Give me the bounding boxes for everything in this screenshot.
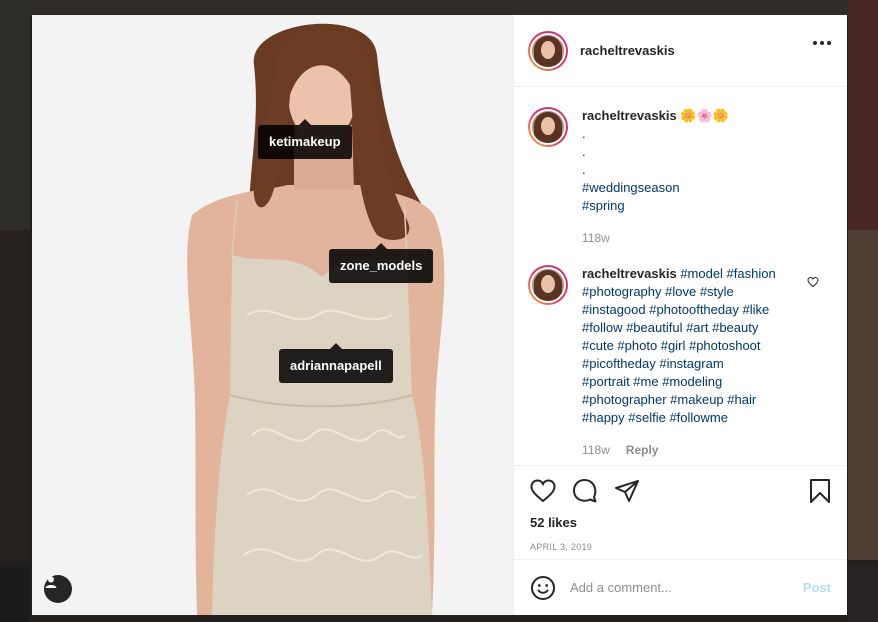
caption-comment: racheltrevaskis 🌼🌸🌼 . . . #weddingseason…	[528, 87, 833, 247]
hashtag-line[interactable]: #follow #beautiful #art #beauty	[582, 319, 800, 337]
hashtag-link[interactable]: #spring	[582, 197, 800, 215]
likes-count[interactable]: 52 likes	[530, 515, 831, 530]
comment-time[interactable]: 118w	[582, 229, 610, 247]
caption-line: .	[582, 144, 586, 159]
photo-tag-zone-models[interactable]: zone_models	[329, 243, 434, 283]
post-header: racheltrevaskis	[514, 15, 847, 87]
comment-input[interactable]: Add a comment...	[570, 580, 803, 595]
action-icons	[530, 476, 831, 506]
caption-line: .	[582, 162, 586, 177]
hashtag-line[interactable]: #instagood #photooftheday #like	[582, 301, 800, 319]
comment-body: racheltrevaskis #model #fashion #photogr…	[582, 265, 800, 459]
comment-icon[interactable]	[572, 478, 598, 504]
more-options-icon[interactable]	[813, 41, 831, 45]
post-modal: ketimakeup zone_models adriannapapell ra…	[32, 15, 847, 615]
caption-line: .	[582, 126, 586, 141]
post-comment-button[interactable]: Post	[803, 580, 831, 595]
bookmark-icon[interactable]	[809, 478, 831, 504]
user-tags-icon	[45, 576, 57, 588]
avatar[interactable]	[528, 30, 568, 71]
hashtag-line[interactable]: #cute #photo #girl #photoshoot	[582, 337, 800, 355]
photo-tag-adriannapapell[interactable]: adriannapapell	[279, 343, 393, 383]
post-date[interactable]: APRIL 3, 2019	[530, 542, 831, 552]
comments-list: racheltrevaskis 🌼🌸🌼 . . . #weddingseason…	[514, 87, 847, 465]
hashtag-line[interactable]: #happy #selfie #followme	[582, 409, 800, 427]
comment-username[interactable]: racheltrevaskis	[582, 108, 677, 123]
hashtag-line[interactable]: #portrait #me #modeling	[582, 373, 800, 391]
post-actions: 52 likes APRIL 3, 2019	[514, 465, 847, 559]
post-photo[interactable]: ketimakeup zone_models adriannapapell	[32, 15, 513, 615]
emoji-icon[interactable]	[530, 575, 556, 601]
hashtag-comment: racheltrevaskis #model #fashion #photogr…	[528, 247, 833, 459]
hashtag-line[interactable]: #picoftheday #instagram	[582, 355, 800, 373]
comment-username[interactable]: racheltrevaskis	[582, 266, 677, 281]
hashtag-line[interactable]: #photographer #makeup #hair	[582, 391, 800, 409]
comment-body: racheltrevaskis 🌼🌸🌼 . . . #weddingseason…	[582, 107, 800, 247]
share-icon[interactable]	[614, 479, 640, 503]
header-username[interactable]: racheltrevaskis	[580, 43, 675, 58]
hashtag-link[interactable]: #model #fashion	[680, 266, 775, 281]
avatar[interactable]	[528, 265, 568, 305]
like-heart-icon[interactable]	[530, 479, 556, 503]
photo-illustration	[187, 23, 445, 615]
photo-tag-ketimakeup[interactable]: ketimakeup	[258, 119, 352, 159]
comment-time[interactable]: 118w	[582, 441, 610, 459]
comment-emoji: 🌼🌸🌼	[680, 108, 729, 123]
user-tags-button[interactable]	[44, 575, 72, 603]
add-comment-bar: Add a comment... Post	[514, 559, 847, 615]
reply-button[interactable]: Reply	[626, 441, 659, 459]
hashtag-link[interactable]: #weddingseason	[582, 179, 800, 197]
post-side-panel: racheltrevaskis racheltrevaskis 🌼🌸🌼 . . …	[513, 15, 847, 615]
avatar[interactable]	[528, 107, 568, 147]
hashtag-line[interactable]: #photography #love #style	[582, 283, 800, 301]
comment-like-icon[interactable]	[807, 275, 819, 293]
